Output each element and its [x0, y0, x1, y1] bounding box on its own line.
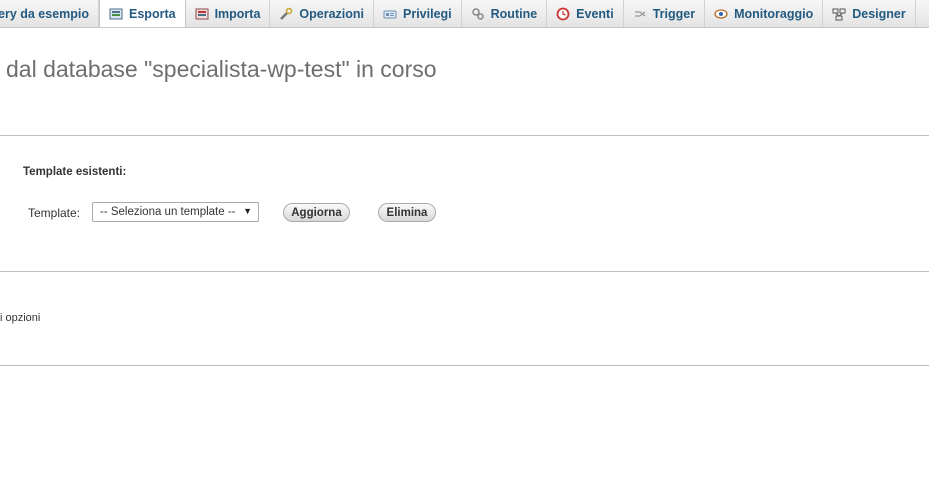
page-title: dal database "specialista-wp-test" in co… — [6, 56, 437, 82]
wrench-icon — [279, 7, 293, 21]
tab-routines[interactable]: Routine — [462, 0, 548, 27]
tab-events[interactable]: Eventi — [547, 0, 624, 27]
template-select-value: -- Seleziona un template -- — [100, 206, 236, 218]
tab-label: Designer — [852, 6, 906, 21]
eye-icon — [714, 7, 728, 21]
tab-label: Esporta — [129, 6, 176, 21]
delete-button[interactable]: Elimina — [378, 203, 436, 222]
tab-label: Operazioni — [299, 6, 364, 21]
top-tab-bar: ery da esempio Esporta Importa Operazion… — [0, 0, 929, 28]
templates-section-label: Template esistenti: — [23, 166, 127, 178]
tab-export[interactable]: Esporta — [99, 0, 186, 27]
tab-triggers[interactable]: Trigger — [624, 0, 706, 27]
tab-privileges[interactable]: Privilegi — [374, 0, 462, 27]
tab-label: ery da esempio — [0, 6, 90, 21]
import-icon — [195, 7, 209, 21]
template-label: Template: — [28, 206, 81, 220]
tab-label: Eventi — [576, 6, 614, 21]
tab-label: Routine — [490, 6, 538, 21]
export-page: ery da esempio Esporta Importa Operazion… — [0, 0, 929, 500]
privileges-icon — [383, 7, 397, 21]
tab-label: Trigger — [652, 6, 696, 21]
tab-label: Monitoraggio — [734, 6, 814, 21]
template-select[interactable]: -- Seleziona un template -- ▼ — [92, 202, 259, 222]
divider — [0, 135, 929, 136]
refresh-button[interactable]: Aggiorna — [283, 203, 350, 222]
trigger-icon — [633, 7, 647, 21]
routine-icon — [471, 7, 485, 21]
tab-label: Importa — [214, 6, 261, 21]
chevron-down-icon: ▼ — [243, 206, 252, 216]
divider — [0, 271, 929, 272]
tab-import[interactable]: Importa — [186, 0, 271, 27]
export-icon — [109, 7, 123, 21]
tab-operations[interactable]: Operazioni — [270, 0, 374, 27]
options-text[interactable]: i opzioni — [0, 312, 40, 324]
tab-designer[interactable]: Designer — [823, 0, 916, 27]
divider — [0, 365, 929, 366]
tab-label: Privilegi — [403, 6, 452, 21]
tab-query-by-example[interactable]: ery da esempio — [0, 0, 100, 27]
tab-monitoring[interactable]: Monitoraggio — [705, 0, 824, 27]
designer-icon — [832, 7, 846, 21]
clock-icon — [556, 7, 570, 21]
